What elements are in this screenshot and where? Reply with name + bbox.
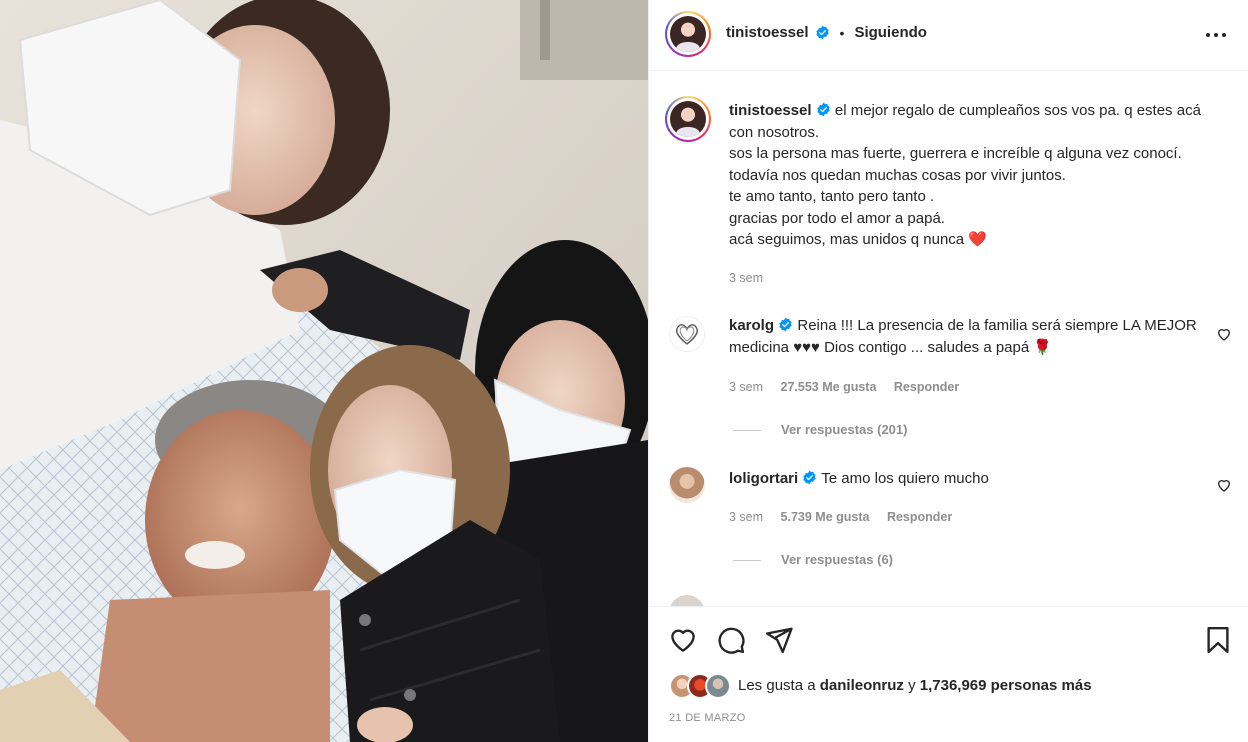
likes-user-link[interactable]: danileonruz [820, 677, 904, 694]
post-photo[interactable] [0, 0, 648, 742]
comment-likes[interactable]: 5.739 Me gusta [781, 510, 870, 524]
comment: loligortari Te amo los quiero mucho [729, 468, 1209, 490]
caption-line-6: acá seguimos, mas unidos q nunca [729, 231, 965, 248]
view-replies-button[interactable]: Ver respuestas (6) [733, 552, 893, 567]
caption-avatar[interactable] [670, 101, 706, 137]
comment: karolg Reina !!! La presencia de la fami… [729, 315, 1209, 358]
heart-outline-logo-icon [676, 324, 698, 345]
reply-button[interactable]: Responder [887, 510, 952, 524]
comment-like-heart-icon[interactable] [1216, 326, 1232, 342]
comment-avatar[interactable] [669, 595, 705, 606]
post-date[interactable]: 21 DE MARZO [669, 712, 746, 724]
caption-username[interactable]: tinistoessel [729, 102, 812, 119]
send-icon[interactable] [764, 625, 794, 655]
view-replies-button[interactable]: Ver respuestas (201) [733, 422, 907, 437]
heart-icon[interactable] [668, 625, 698, 655]
rose-emoji: 🌹 [1033, 338, 1053, 356]
red-heart-emoji: ❤️ [968, 231, 987, 248]
verified-badge-icon [803, 470, 817, 485]
caption-line-4: te amo tanto, tanto pero tanto . [729, 188, 935, 205]
follow-status-button[interactable]: Siguiendo [854, 24, 927, 41]
comment-avatar[interactable] [669, 467, 705, 503]
comment-likes[interactable]: 27.553 Me gusta [781, 380, 877, 394]
post-header: tinistoessel • Siguiendo [649, 0, 1248, 71]
caption: tinistoessel el mejor regalo de cumpleañ… [729, 100, 1229, 251]
caption-line-3: todavía nos quedan muchas cosas por vivi… [729, 166, 1066, 184]
comment-time[interactable]: 3 sem [729, 510, 763, 524]
comment-meta: 3 sem 5.739 Me gusta Responder [729, 510, 952, 524]
caption-time[interactable]: 3 sem [729, 271, 763, 285]
comments-list[interactable]: tinistoessel el mejor regalo de cumpleañ… [649, 72, 1248, 606]
comment-time[interactable]: 3 sem [729, 380, 763, 394]
caption-line-5: gracias por todo el amor a papá. [729, 209, 945, 227]
comment-username[interactable]: loligortari [729, 470, 798, 487]
comment-meta: 3 sem 27.553 Me gusta Responder [729, 380, 959, 394]
liker-avatar[interactable] [705, 673, 731, 699]
comment-icon[interactable] [716, 625, 746, 655]
author-avatar[interactable] [670, 16, 706, 52]
verified-badge-icon [779, 317, 792, 332]
bookmark-icon[interactable] [1203, 625, 1233, 655]
reply-button[interactable]: Responder [894, 380, 959, 394]
verified-badge-icon [817, 102, 830, 117]
likes-summary: Les gusta a danileonruz y 1,736,969 pers… [738, 677, 1092, 694]
comment-username[interactable]: karolg [729, 317, 774, 334]
post-actions: Les gusta a danileonruz y 1,736,969 pers… [649, 606, 1248, 742]
likes-prefix: Les gusta a [738, 677, 816, 694]
comment-text: Reina !!! La presencia de la familia ser… [729, 317, 1197, 356]
post-photo-illustration [0, 0, 648, 742]
likes-count-link[interactable]: 1,736,969 personas más [920, 677, 1092, 694]
likes-conj: y [908, 677, 916, 694]
comment-like-heart-icon[interactable] [1216, 477, 1232, 493]
verified-badge-icon [815, 25, 829, 40]
author-username[interactable]: tinistoessel [726, 24, 809, 41]
caption-line-2: sos la persona mas fuerte, guerrera e in… [729, 145, 1182, 162]
more-horizontal-icon[interactable] [1204, 25, 1228, 45]
comment-text: Te amo los quiero mucho [821, 470, 989, 487]
comment-avatar[interactable] [669, 316, 705, 352]
post-side-panel: tinistoessel • Siguiendo tinistoessel el… [648, 0, 1248, 742]
header-separator: • [839, 24, 845, 41]
